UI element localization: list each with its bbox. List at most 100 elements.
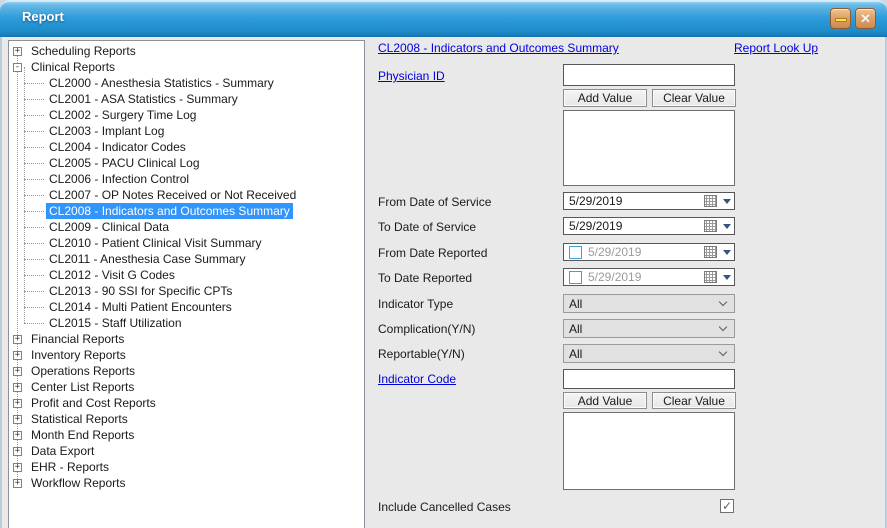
tree-connector [24, 323, 44, 324]
tree-connector [24, 179, 44, 180]
window-title: Report [22, 9, 64, 24]
tree-item[interactable]: + Data Export [9, 443, 364, 459]
include-cancelled-cases-label: Include Cancelled Cases [378, 500, 511, 514]
tree-item[interactable]: CL2000 - Anesthesia Statistics - Summary [9, 75, 364, 91]
report-title-link[interactable]: CL2008 - Indicators and Outcomes Summary [378, 41, 619, 55]
reportable-label: Reportable(Y/N) [378, 347, 465, 361]
complication-label: Complication(Y/N) [378, 322, 475, 336]
expand-icon[interactable]: + [13, 383, 22, 392]
tree-item-label: CL2009 - Clinical Data [46, 219, 172, 235]
tree-item[interactable]: CL2011 - Anesthesia Case Summary [9, 251, 364, 267]
tree-item[interactable]: + EHR - Reports [9, 459, 364, 475]
tree-item[interactable]: CL2004 - Indicator Codes [9, 139, 364, 155]
tree-connector [24, 147, 44, 148]
tree-item[interactable]: CL2005 - PACU Clinical Log [9, 155, 364, 171]
indicator-add-value-button[interactable]: Add Value [563, 392, 647, 409]
physician-add-value-button[interactable]: Add Value [563, 89, 647, 107]
expand-icon[interactable]: + [13, 399, 22, 408]
expand-icon[interactable]: + [13, 447, 22, 456]
expand-icon[interactable]: + [13, 463, 22, 472]
close-button[interactable]: ✕ [855, 8, 876, 29]
to-date-reported-picker[interactable]: 5/29/2019 [563, 268, 735, 286]
include-cancelled-cases-checkbox[interactable]: ✓ [720, 499, 734, 513]
tree-item-label: Statistical Reports [28, 411, 131, 427]
tree-item-label: CL2012 - Visit G Codes [46, 267, 178, 283]
tree-item-label: Profit and Cost Reports [28, 395, 159, 411]
tree-item[interactable]: + Financial Reports [9, 331, 364, 347]
tree-item[interactable]: CL2003 - Implant Log [9, 123, 364, 139]
dropdown-arrow-icon[interactable] [723, 275, 731, 280]
date-enable-checkbox[interactable] [569, 246, 582, 259]
indicator-code-link[interactable]: Indicator Code [378, 372, 456, 386]
expand-icon[interactable]: + [13, 367, 22, 376]
from-date-of-service-picker[interactable]: 5/29/2019 [563, 192, 735, 210]
expand-icon[interactable]: + [13, 431, 22, 440]
tree-connector [24, 83, 44, 84]
tree-item[interactable]: CL2014 - Multi Patient Encounters [9, 299, 364, 315]
expand-icon[interactable]: + [13, 47, 22, 56]
dropdown-arrow-icon[interactable] [723, 199, 731, 204]
tree-item[interactable]: -Clinical Reports [9, 59, 364, 75]
tree-item-label: Data Export [28, 443, 97, 459]
close-icon: ✕ [856, 10, 875, 28]
complication-select[interactable]: All [563, 319, 735, 338]
dropdown-arrow-icon[interactable] [723, 250, 731, 255]
tree-item[interactable]: CL2006 - Infection Control [9, 171, 364, 187]
reportable-select[interactable]: All [563, 344, 735, 363]
tree-connector [24, 243, 44, 244]
physician-clear-value-button[interactable]: Clear Value [652, 89, 736, 107]
expand-icon[interactable]: + [13, 415, 22, 424]
tree-item[interactable]: CL2015 - Staff Utilization [9, 315, 364, 331]
indicator-code-list[interactable] [563, 412, 735, 490]
physician-id-link[interactable]: Physician ID [378, 69, 445, 83]
tree-item[interactable]: + Statistical Reports [9, 411, 364, 427]
chevron-down-icon [719, 323, 727, 331]
expand-icon[interactable]: + [13, 479, 22, 488]
tree-item-label: CL2006 - Infection Control [46, 171, 192, 187]
report-window: Report ✕ +Scheduling Reports-Clinical Re… [0, 0, 887, 528]
expand-icon[interactable]: + [13, 335, 22, 344]
physician-id-input[interactable] [563, 64, 735, 86]
physician-id-list[interactable] [563, 110, 735, 186]
tree-item[interactable]: CL2009 - Clinical Data [9, 219, 364, 235]
tree-connector [24, 291, 44, 292]
tree-item-label: CL2005 - PACU Clinical Log [46, 155, 203, 171]
indicator-type-select[interactable]: All [563, 294, 735, 313]
minimize-button[interactable] [830, 8, 851, 29]
tree-item[interactable]: +Scheduling Reports [9, 43, 364, 59]
date-enable-checkbox[interactable] [569, 271, 582, 284]
select-value: All [569, 347, 720, 361]
tree-item[interactable]: CL2001 - ASA Statistics - Summary [9, 91, 364, 107]
window-controls: ✕ [830, 8, 876, 29]
tree-item[interactable]: CL2012 - Visit G Codes [9, 267, 364, 283]
indicator-code-input[interactable] [563, 369, 735, 389]
tree-item[interactable]: +Inventory Reports [9, 347, 364, 363]
tree-item[interactable]: + Profit and Cost Reports [9, 395, 364, 411]
tree-item[interactable]: + Month End Reports [9, 427, 364, 443]
report-lookup-link[interactable]: Report Look Up [734, 41, 818, 55]
tree-item-label: Financial Reports [28, 331, 127, 347]
expand-icon[interactable]: + [13, 351, 22, 360]
to-date-of-service-picker[interactable]: 5/29/2019 [563, 217, 735, 235]
collapse-icon[interactable]: - [13, 63, 22, 72]
tree-item[interactable]: CL2013 - 90 SSI for Specific CPTs [9, 283, 364, 299]
tree-item-label: CL2000 - Anesthesia Statistics - Summary [46, 75, 277, 91]
tree-item[interactable]: CL2002 - Surgery Time Log [9, 107, 364, 123]
tree-item[interactable]: CL2007 - OP Notes Received or Not Receiv… [9, 187, 364, 203]
tree-item[interactable]: CL2010 - Patient Clinical Visit Summary [9, 235, 364, 251]
tree-item-label: CL2014 - Multi Patient Encounters [46, 299, 235, 315]
tree-item[interactable]: +Operations Reports [9, 363, 364, 379]
tree-item-label: Month End Reports [28, 427, 137, 443]
tree-item[interactable]: +Center List Reports [9, 379, 364, 395]
calendar-icon [704, 246, 717, 258]
calendar-icon [704, 271, 717, 283]
tree-item[interactable]: +Workflow Reports [9, 475, 364, 491]
from-date-reported-picker[interactable]: 5/29/2019 [563, 243, 735, 261]
tree-connector [24, 163, 44, 164]
tree-item[interactable]: CL2008 - Indicators and Outcomes Summary [9, 203, 364, 219]
indicator-clear-value-button[interactable]: Clear Value [652, 392, 736, 409]
dropdown-arrow-icon[interactable] [723, 224, 731, 229]
date-value: 5/29/2019 [569, 219, 704, 233]
tree-item-label: EHR - Reports [28, 459, 112, 475]
tree-item-label: CL2004 - Indicator Codes [46, 139, 189, 155]
